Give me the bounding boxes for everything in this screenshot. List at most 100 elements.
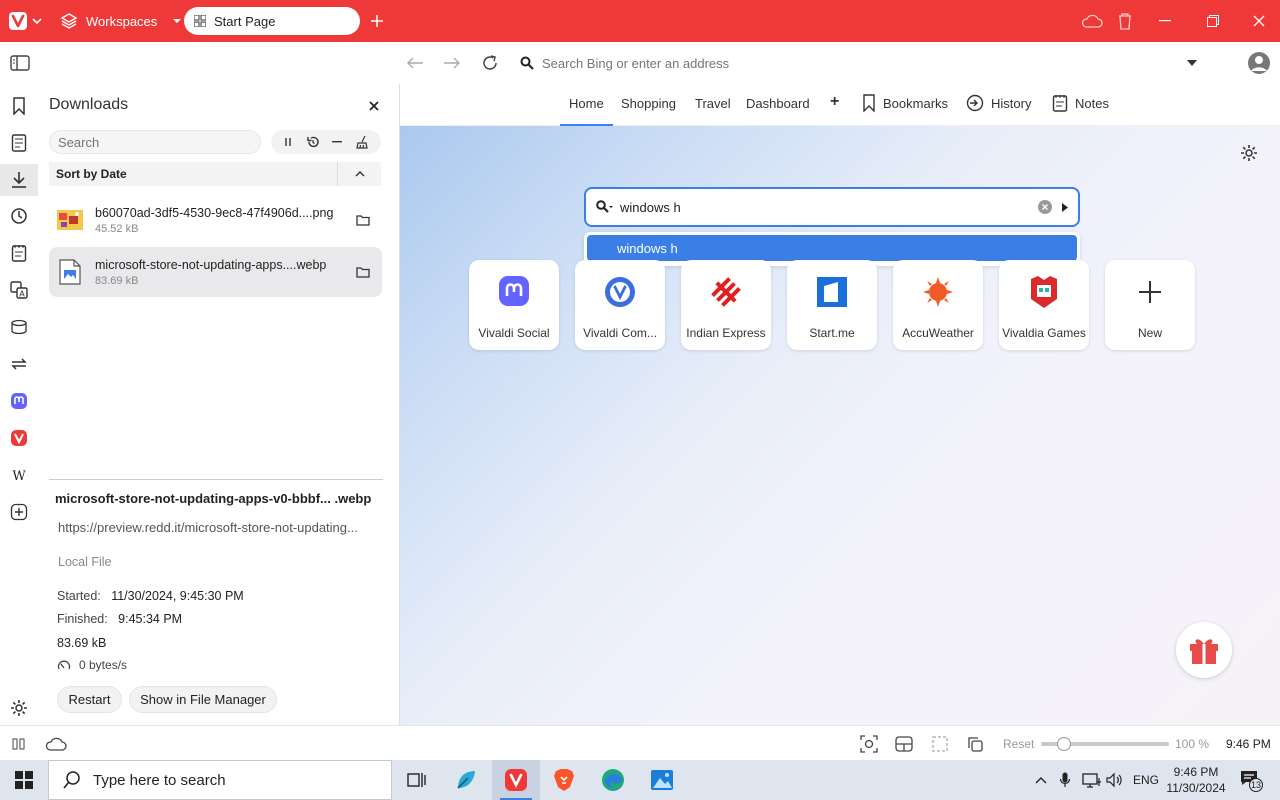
vivaldi-menu-button[interactable] (6, 0, 46, 42)
resume-all-button[interactable] (306, 135, 320, 149)
clear-search-button[interactable] (1038, 200, 1052, 214)
show-in-file-manager-button[interactable]: Show in File Manager (129, 686, 277, 713)
gift-button[interactable] (1176, 622, 1232, 678)
speed-dial-indian-express[interactable]: Indian Express (681, 260, 771, 350)
history-button[interactable]: History (966, 94, 1031, 112)
start-page-settings-button[interactable] (1240, 144, 1258, 162)
speed-dial-vivaldi-social[interactable]: Vivaldi Social (469, 260, 559, 350)
reading-list-icon (11, 134, 27, 152)
start-button[interactable] (0, 760, 48, 800)
downloads-panel-button[interactable] (0, 164, 38, 196)
mastodon-panel-button[interactable] (0, 385, 38, 417)
add-tab-button[interactable]: + (830, 93, 839, 111)
zoom-reset-button[interactable]: Reset (1003, 726, 1034, 761)
close-panel-button[interactable] (364, 96, 384, 116)
workspaces-button[interactable]: Workspaces (60, 0, 183, 42)
tab-start-page[interactable]: Start Page (184, 7, 360, 35)
taskbar-search-placeholder: Type here to search (93, 771, 226, 789)
speed-dial-start-me[interactable]: Start.me (787, 260, 877, 350)
reload-button[interactable] (478, 42, 502, 84)
history-panel-button[interactable] (0, 200, 38, 232)
sync-status-button[interactable] (45, 726, 67, 761)
indian-express-icon (711, 277, 741, 307)
show-in-folder-button[interactable] (350, 259, 376, 285)
finished-label: Finished: (57, 612, 108, 626)
taskbar-app-feather[interactable] (442, 760, 490, 800)
minimize-icon (1159, 20, 1171, 22)
speed-dial-vivaldi-community[interactable]: Vivaldi Com... (575, 260, 665, 350)
notification-center-button[interactable]: 13 (1236, 760, 1266, 800)
microphone-icon[interactable] (1060, 760, 1070, 800)
search-query[interactable]: windows h (620, 200, 1038, 215)
sync-button[interactable] (1080, 0, 1104, 42)
forward-button[interactable] (440, 42, 464, 84)
address-field[interactable] (512, 50, 1204, 76)
closed-tabs-button[interactable] (1114, 0, 1136, 42)
start-page: windows h windows h Vivaldi Social Vival… (400, 126, 1280, 725)
taskbar-app-vivaldi[interactable] (492, 760, 540, 800)
history-label: History (991, 95, 1032, 111)
zoom-slider-track (1041, 736, 1169, 751)
reading-list-panel-button[interactable] (0, 127, 38, 159)
panel-toggle-button[interactable] (12, 726, 28, 761)
zoom-slider[interactable] (1041, 726, 1171, 761)
download-item[interactable]: b60070ad-3df5-4530-9ec8-47f4906d....png … (49, 195, 382, 245)
tab-shopping[interactable]: Shopping (621, 96, 676, 111)
add-web-panel-button[interactable] (0, 496, 38, 528)
images-toggle-button[interactable] (966, 726, 984, 761)
tab-travel[interactable]: Travel (695, 96, 731, 111)
new-tab-button[interactable] (366, 0, 388, 42)
remove-button[interactable] (332, 141, 343, 143)
edge-icon (602, 769, 624, 791)
maximize-button[interactable] (1198, 0, 1228, 42)
network-icon[interactable] (1082, 760, 1102, 800)
translate-panel-button[interactable]: A (0, 274, 38, 306)
speed-dial-vivaldia-games[interactable]: Vivaldia Games (999, 260, 1089, 350)
tab-dashboard[interactable]: Dashboard (746, 96, 810, 111)
tiling-button[interactable] (895, 726, 913, 761)
sort-direction-button[interactable] (337, 162, 381, 186)
show-in-folder-button[interactable] (350, 207, 376, 233)
task-view-button[interactable] (392, 760, 440, 800)
detail-url[interactable]: https://preview.redd.it/microsoft-store-… (58, 520, 378, 535)
zoom-slider-thumb[interactable] (1057, 736, 1072, 751)
start-page-search-field[interactable]: windows h (584, 187, 1080, 227)
input-language[interactable]: ENG (1133, 760, 1159, 800)
sort-row[interactable]: Sort by Date (49, 162, 381, 186)
search-submit-button[interactable] (1062, 202, 1068, 212)
clear-downloads-button[interactable] (355, 135, 369, 149)
volume-icon[interactable] (1106, 760, 1124, 800)
close-window-button[interactable] (1244, 0, 1274, 42)
speed-dial-accuweather[interactable]: AccuWeather (893, 260, 983, 350)
taskbar-app-edge[interactable] (589, 760, 637, 800)
bookmarks-panel-button[interactable] (0, 90, 38, 122)
page-actions-button[interactable] (930, 726, 950, 761)
download-item[interactable]: microsoft-store-not-updating-apps....web… (49, 247, 382, 297)
bookmarks-button[interactable]: Bookmarks (862, 94, 948, 112)
notes-button[interactable]: Notes (1052, 94, 1109, 112)
minimize-button[interactable] (1150, 0, 1180, 42)
wikipedia-panel-button[interactable]: W (0, 459, 38, 491)
pause-all-button[interactable] (283, 137, 293, 147)
restart-button[interactable]: Restart (57, 686, 122, 713)
sync-panel-button[interactable] (0, 348, 38, 380)
taskbar-clock[interactable]: 9:46 PM 11/30/2024 (1166, 760, 1226, 800)
search-suggestion-item[interactable]: windows h (587, 235, 1077, 261)
window-panel-button[interactable] (0, 311, 38, 343)
settings-button[interactable] (0, 692, 38, 724)
capture-button[interactable] (860, 726, 878, 761)
back-button[interactable] (403, 42, 427, 84)
show-hidden-icons-button[interactable] (1034, 760, 1048, 800)
vivaldi-panel-button[interactable] (0, 422, 38, 454)
downloads-search-input[interactable] (49, 130, 261, 154)
speed-dial-new[interactable]: New (1105, 260, 1195, 350)
address-input[interactable] (542, 55, 1162, 71)
taskbar-search-box[interactable]: Type here to search (48, 760, 392, 800)
notes-panel-button[interactable] (0, 237, 38, 269)
arrow-left-icon (407, 57, 423, 69)
tab-home[interactable]: Home (560, 96, 613, 126)
panel-toggle-button[interactable] (6, 42, 34, 84)
profile-button[interactable] (1244, 42, 1274, 84)
taskbar-app-brave[interactable] (540, 760, 588, 800)
taskbar-app-photos[interactable] (638, 760, 686, 800)
